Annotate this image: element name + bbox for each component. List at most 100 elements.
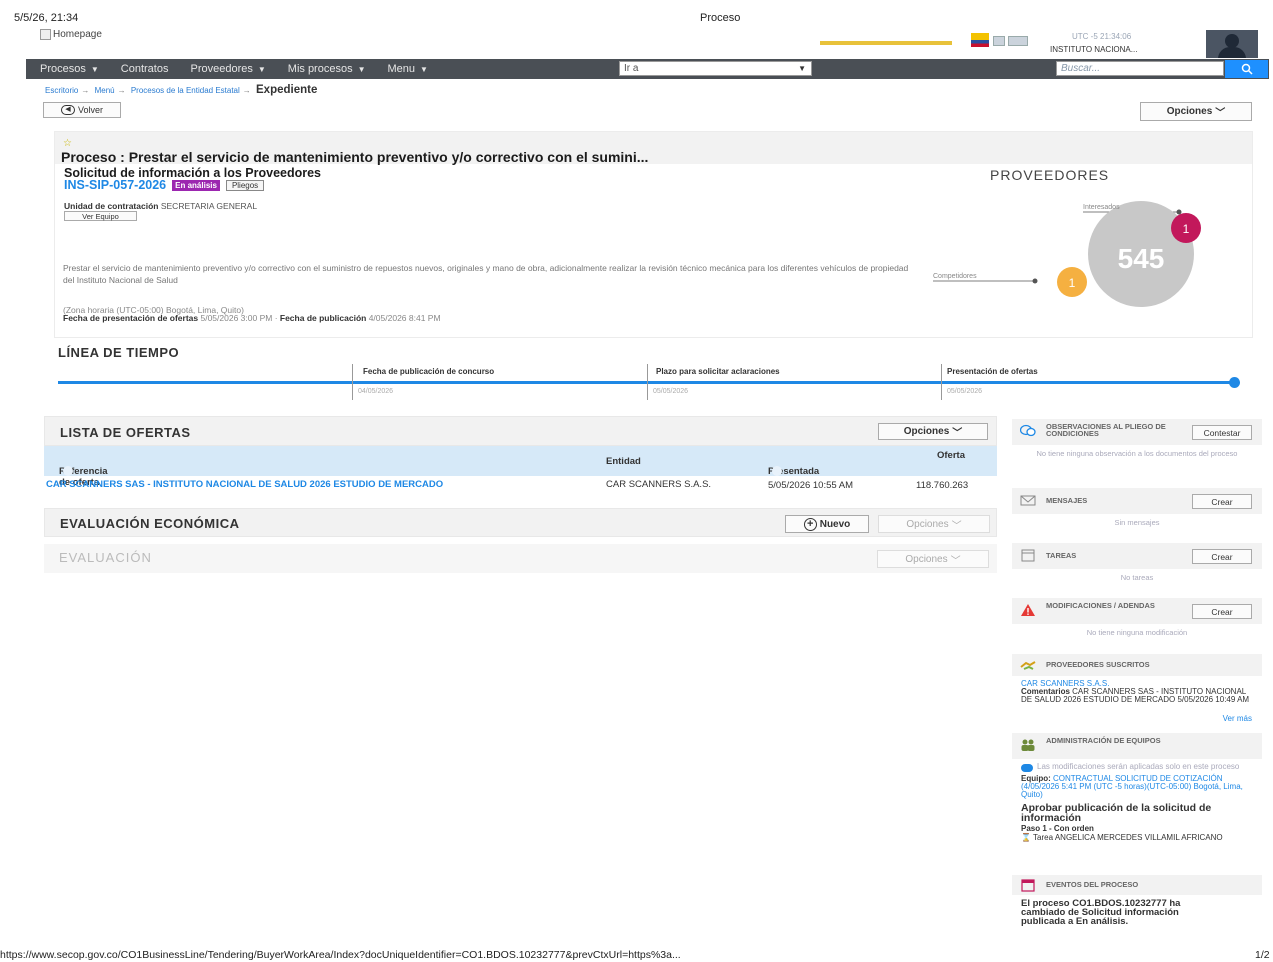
sidebar-modificaciones: MODIFICACIONES / ADENDAS Crear No tiene … [1012,598,1262,641]
col-entidad[interactable]: Entidad [606,456,641,467]
task-icon [1021,549,1035,562]
timeline-track [58,381,1234,384]
plus-icon: + [803,517,817,531]
timeline-end-dot [1229,377,1240,388]
main-navbar: Procesos ▼ Contratos Proveedores ▼ Mis pro… [26,59,1269,79]
nav-contratos[interactable]: Contratos [121,63,169,75]
crear-tarea-button[interactable]: Crear [1192,549,1252,564]
nav-mis-procesos[interactable]: Mis procesos ▼ [288,63,366,75]
calendar-icon [1021,879,1035,892]
chat-icon [1020,424,1036,437]
avatar[interactable] [1206,30,1258,58]
timeline-event-date: 05/05/2026 [653,388,689,395]
offer-presented: 5/05/2026 10:55 AM [768,480,854,491]
equipo-link[interactable]: CONTRACTUAL SOLICITUD DE COTIZACIÓN (4/0… [1021,774,1243,799]
institution-name: INSTITUTO NACIONA... [1050,45,1138,54]
timeline-event-label: Fecha de publicación de concurso [363,367,495,376]
utc-clock: UTC -5 21:34:06 [1072,32,1132,41]
offer-entity: CAR SCANNERS S.A.S. [606,479,712,490]
sidebar-observaciones: OBSERVACIONES AL PLIEGO DE CONDICIONES C… [1012,419,1262,462]
print-title: Proceso [700,12,741,24]
warning-icon [1021,604,1035,616]
sidebar-equipo: ADMINISTRACIÓN DE EQUIPOS Las modificaci… [1012,733,1262,846]
goto-select[interactable]: Ir a ▼ [619,61,812,76]
homepage-logo[interactable]: Homepage [40,29,102,40]
crear-mensaje-button[interactable]: Crear [1192,494,1252,509]
timeline-event-date: 05/05/2026 [947,388,983,395]
back-arrow-icon: ◀ [60,105,75,115]
user-info[interactable]: UTC -5 21:34:06 INSTITUTO NACIONA... [1046,30,1202,58]
breadcrumb-item[interactable]: Escritorio [45,86,78,95]
search-input[interactable]: Buscar... [1056,61,1224,76]
sidebar-tareas: TAREAS Crear No tareas [1012,543,1262,586]
page-title: Expediente [256,84,318,96]
nav-procesos[interactable]: Procesos ▼ [40,63,99,75]
eventos-text: El proceso CO1.BDOS.10232777 ha cambiado… [1021,898,1181,927]
print-footer: https://www.secop.gov.co/CO1BusinessLine… [0,949,1273,962]
logo-alt-text: Homepage [53,29,102,40]
modificaciones-note: No tiene ninguna modificación [1086,628,1188,637]
economic-evaluation-section: EVALUACIÓN ECONÓMICA + Nuevo Opciones ﹀ [44,508,997,537]
offer-reference-link[interactable]: CAR SCANNERS SAS - INSTITUTO NACIONAL DE… [46,480,606,490]
economic-evaluation-options-button: Opciones ﹀ [878,515,990,533]
info-icon [772,466,782,476]
timeline-tick [352,364,353,400]
chevron-down-icon: ﹀ [952,428,963,439]
envelope-icon [1020,495,1036,506]
observaciones-note: No tiene ninguna observación a los docum… [1036,449,1238,458]
nav-menu[interactable]: Menu ▼ [388,63,428,75]
timeline-title: LÍNEA DE TIEMPO [58,345,180,360]
info-icon [63,466,73,476]
evaluation-options-button: Opciones ﹀ [877,550,989,568]
hourglass-icon: ⌛ [1021,833,1031,842]
interesados-count: 1 [1183,222,1190,236]
chevron-down-icon: ▼ [420,64,428,74]
options-button[interactable]: Opciones ﹀ [1140,102,1252,121]
aprobar-title: Aprobar publicación de la solicitud de i… [1021,802,1212,824]
search-icon [1241,63,1253,75]
language-option-icon[interactable] [993,36,1005,46]
chevron-down-icon: ﹀ [1215,108,1226,119]
print-header: 5/5/26, 21:34 Proceso [0,12,1273,26]
print-url: https://www.secop.gov.co/CO1BusinessLine… [0,949,681,961]
mensajes-note: Sin mensajes [1114,518,1160,527]
timeline-tick [647,364,648,400]
timeline-event-date: 04/05/2026 [358,388,394,395]
crear-modificacion-button[interactable]: Crear [1192,604,1252,619]
offers-options-button[interactable]: Opciones ﹀ [878,423,988,440]
tareas-title: TAREAS [1046,551,1077,560]
observaciones-title: OBSERVACIONES AL PLIEGO DE CONDICIONES [1046,422,1166,438]
search-button[interactable] [1225,60,1268,78]
print-datetime: 5/5/26, 21:34 [14,12,79,24]
competidores-count: 1 [1069,276,1076,290]
sidebar-eventos: EVENTOS DEL PROCESO El proceso CO1.BDOS.… [1012,875,1262,930]
sidebar-mensajes: MENSAJES Crear Sin mensajes [1012,488,1262,531]
eventos-title: EVENTOS DEL PROCESO [1046,880,1139,889]
equipo-body: Las modificaciones serán aplicadas solo … [1012,759,1262,846]
evaluation-title: EVALUACIÓN [59,550,152,565]
chevron-down-icon: ﹀ [950,555,961,567]
print-page: 1/2 [1255,949,1270,961]
nuevo-button[interactable]: + Nuevo [785,515,869,533]
offers-title: LISTA DE OFERTAS [60,425,191,440]
providers-total: 545 [1118,243,1165,274]
ver-mas-link[interactable]: Ver más [1012,714,1262,723]
language-option-icon-2[interactable] [1008,36,1028,46]
providers-chart: 545 1 1 Interesados Competidores [933,201,1201,307]
paso-label: Paso 1 - Con orden [1021,824,1094,833]
timeline-event-label: Presentación de ofertas [947,367,1038,376]
back-button[interactable]: ◀ Volver [43,102,121,118]
evaluation-section: EVALUACIÓN Opciones ﹀ [44,544,997,573]
chevron-down-icon: ▼ [257,64,266,74]
breadcrumb-item[interactable]: Menú [95,86,115,95]
contestar-button[interactable]: Contestar [1192,425,1252,440]
competidores-label: Competidores [933,273,977,280]
chevron-down-icon: ▼ [357,64,366,74]
table-row: CAR SCANNERS SAS - INSTITUTO NACIONAL DE… [44,476,997,506]
col-oferta[interactable]: Oferta [937,450,965,461]
timeline-event-label: Plazo para solicitar aclaraciones [656,367,780,376]
breadcrumb-item[interactable]: Procesos de la Entidad Estatal [131,86,240,95]
language-flag-icon[interactable] [971,33,989,47]
nav-proveedores[interactable]: Proveedores ▼ [190,63,265,75]
sidebar-suscritos: PROVEEDORES SUSCRITOS CAR SCANNERS S.A.S… [1012,654,1262,723]
